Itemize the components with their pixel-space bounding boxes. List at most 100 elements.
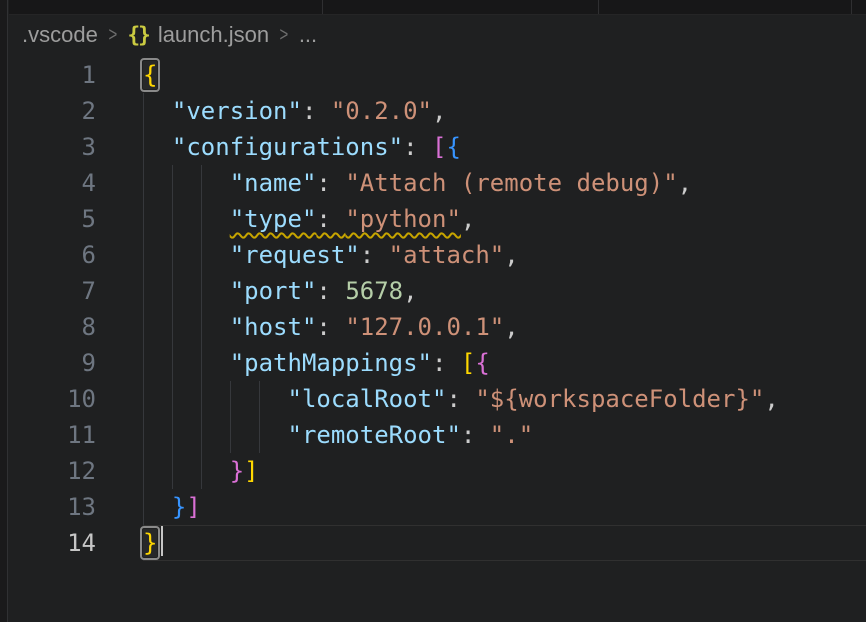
code-token: "." [490, 421, 533, 449]
code-token: : [316, 205, 345, 233]
code-token: : [432, 349, 461, 377]
indent-guide [201, 417, 202, 453]
breadcrumb-file[interactable]: launch.json [158, 22, 269, 48]
line-number[interactable]: 1 [9, 57, 143, 93]
code-line[interactable]: 2 "version": "0.2.0", [9, 93, 866, 129]
code-token: { [475, 349, 489, 377]
code-line-content: }] [143, 453, 866, 489]
code-line[interactable]: 7 "port": 5678, [9, 273, 866, 309]
code-token: , [504, 313, 518, 341]
line-number[interactable]: 2 [9, 93, 143, 129]
code-token [143, 385, 288, 413]
code-token: : [446, 385, 475, 413]
breadcrumb-symbol-more[interactable]: ... [299, 22, 317, 48]
indent-guide [172, 201, 173, 237]
code-token: "type" [230, 205, 317, 233]
code-line-content: "pathMappings": [{ [143, 345, 866, 381]
code-token [143, 133, 172, 161]
code-line-content: "host": "127.0.0.1", [143, 309, 866, 345]
code-line[interactable]: 4 "name": "Attach (remote debug)", [9, 165, 866, 201]
code-token: [ [461, 349, 475, 377]
indent-guide [172, 237, 173, 273]
indent-guide [172, 309, 173, 345]
indent-guide [143, 453, 144, 489]
code-line[interactable]: 13 }] [9, 489, 866, 525]
code-token [143, 421, 288, 449]
code-line-content: "type": "python", [143, 201, 866, 237]
code-line[interactable]: 9 "pathMappings": [{ [9, 345, 866, 381]
sidebar-edge [0, 0, 8, 622]
indent-guide [201, 309, 202, 345]
code-token: "configurations" [172, 133, 403, 161]
indent-guide [143, 93, 144, 129]
code-token: "localRoot" [288, 385, 447, 413]
line-number[interactable]: 14 [9, 525, 143, 561]
code-line[interactable]: 5 "type": "python", [9, 201, 866, 237]
code-line[interactable]: 8 "host": "127.0.0.1", [9, 309, 866, 345]
indent-guide [172, 417, 173, 453]
indent-guide [201, 453, 202, 489]
code-token [143, 241, 230, 269]
line-number[interactable]: 10 [9, 381, 143, 417]
indent-guide [201, 273, 202, 309]
line-number[interactable]: 6 [9, 237, 143, 273]
line-number[interactable]: 8 [9, 309, 143, 345]
line-number[interactable]: 13 [9, 489, 143, 525]
code-token: "pathMappings" [230, 349, 432, 377]
line-number[interactable]: 9 [9, 345, 143, 381]
tab-separator [322, 0, 323, 14]
code-token: : [316, 169, 345, 197]
code-token: "version" [172, 97, 302, 125]
breadcrumb: .vscode > {} launch.json > ... [9, 15, 866, 55]
code-token [143, 457, 230, 485]
line-number[interactable]: 4 [9, 165, 143, 201]
code-line-content: "name": "Attach (remote debug)", [143, 165, 866, 201]
code-token: } [230, 457, 244, 485]
code-token: ] [186, 493, 200, 521]
indent-guide [172, 453, 173, 489]
code-line-content: "request": "attach", [143, 237, 866, 273]
code-line[interactable]: 6 "request": "attach", [9, 237, 866, 273]
indent-guide [143, 237, 144, 273]
breadcrumb-folder[interactable]: .vscode [22, 22, 98, 48]
code-token: ] [244, 457, 258, 485]
line-number[interactable]: 5 [9, 201, 143, 237]
code-line-content: }] [143, 489, 866, 525]
code-token: "127.0.0.1" [345, 313, 504, 341]
code-token: , [678, 169, 692, 197]
indent-guide [201, 237, 202, 273]
tab-strip[interactable] [9, 0, 866, 15]
code-token: , [504, 241, 518, 269]
code-token: : [316, 277, 345, 305]
code-token: : [302, 97, 331, 125]
line-number[interactable]: 12 [9, 453, 143, 489]
line-number[interactable]: 7 [9, 273, 143, 309]
code-line-content: "port": 5678, [143, 273, 866, 309]
code-line-content: "localRoot": "${workspaceFolder}", [143, 381, 866, 417]
code-token: "Attach (remote debug)" [345, 169, 677, 197]
indent-guide [259, 417, 260, 453]
code-line[interactable]: 12 }] [9, 453, 866, 489]
code-line[interactable]: 1{ [9, 57, 866, 93]
code-token: , [461, 205, 475, 233]
code-line[interactable]: 14} [9, 525, 866, 561]
indent-guide [143, 273, 144, 309]
code-line[interactable]: 10 "localRoot": "${workspaceFolder}", [9, 381, 866, 417]
indent-guide [201, 381, 202, 417]
code-token: { [446, 133, 460, 161]
code-area[interactable]: 1{2 "version": "0.2.0",3 "configurations… [9, 55, 866, 561]
indent-guide [143, 417, 144, 453]
code-token [143, 97, 172, 125]
indent-guide [143, 381, 144, 417]
code-token: } [172, 493, 186, 521]
code-line-content: { [143, 57, 866, 93]
indent-guide [143, 489, 144, 525]
code-line[interactable]: 11 "remoteRoot": "." [9, 417, 866, 453]
code-line[interactable]: 3 "configurations": [{ [9, 129, 866, 165]
line-number[interactable]: 11 [9, 417, 143, 453]
line-number[interactable]: 3 [9, 129, 143, 165]
indent-guide [143, 201, 144, 237]
indent-guide [143, 309, 144, 345]
text-cursor [161, 526, 163, 556]
code-token: "attach" [389, 241, 505, 269]
